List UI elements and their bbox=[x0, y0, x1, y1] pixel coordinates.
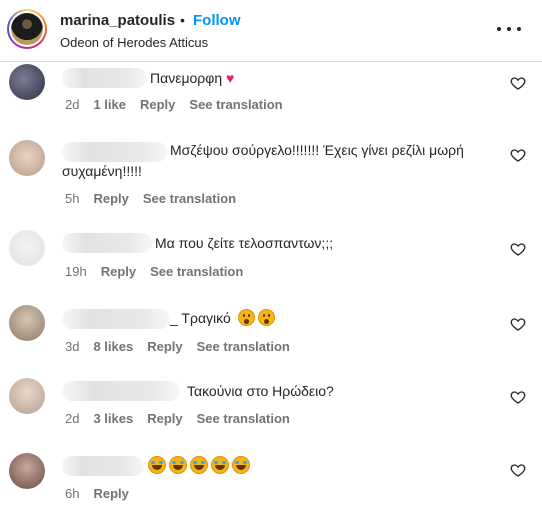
comment-meta: 3d 8 likes Reply See translation bbox=[65, 339, 290, 354]
comment-meta: 2d 1 like Reply See translation bbox=[65, 97, 283, 112]
comment-time: 3d bbox=[65, 339, 80, 354]
comment-text: _ Τραγικό bbox=[170, 308, 542, 329]
reply-button[interactable]: Reply bbox=[101, 264, 136, 279]
face-with-tears-of-joy-icon bbox=[148, 456, 166, 474]
commenter-name-redacted bbox=[62, 233, 152, 253]
username[interactable]: marina_patoulis bbox=[60, 12, 175, 29]
separator-dot: • bbox=[180, 12, 185, 28]
reply-button[interactable]: Reply bbox=[147, 339, 182, 354]
location-link[interactable]: Odeon of Herodes Atticus bbox=[60, 35, 208, 50]
reply-button[interactable]: Reply bbox=[140, 97, 175, 112]
like-heart-icon[interactable] bbox=[510, 75, 526, 91]
comment-time: 6h bbox=[65, 486, 80, 501]
astonished-face-icon bbox=[257, 309, 275, 326]
see-translation-button[interactable]: See translation bbox=[197, 411, 290, 426]
comment-text: Τακούνια στο Ηρώδειο? bbox=[187, 383, 334, 399]
see-translation-button[interactable]: See translation bbox=[150, 264, 243, 279]
comment-time: 5h bbox=[65, 191, 80, 206]
face-with-tears-of-joy-icon bbox=[169, 456, 187, 474]
comment-meta: 5h Reply See translation bbox=[65, 191, 236, 206]
commenter-avatar[interactable] bbox=[9, 230, 45, 266]
comment-time: 2d bbox=[65, 411, 80, 426]
like-count[interactable]: 8 likes bbox=[93, 339, 133, 354]
comment-text: Μσζέψου σούργελο!!!!!!! Έχεις γίνει ρεζί… bbox=[62, 142, 464, 179]
like-heart-icon[interactable] bbox=[510, 147, 526, 163]
comment-text: Μα που ζείτε τελοσπαντων;;; bbox=[155, 235, 334, 251]
profile-avatar[interactable] bbox=[7, 9, 47, 49]
more-options-icon[interactable] bbox=[497, 22, 521, 36]
comment-text: Πανεμορφη ♥ bbox=[150, 70, 235, 86]
commenter-avatar[interactable] bbox=[9, 453, 45, 489]
see-translation-button[interactable]: See translation bbox=[189, 97, 282, 112]
commenter-avatar[interactable] bbox=[9, 64, 45, 100]
reply-button[interactable]: Reply bbox=[147, 411, 182, 426]
comment-meta: 2d 3 likes Reply See translation bbox=[65, 411, 290, 426]
face-with-tears-of-joy-icon bbox=[190, 456, 208, 474]
comment-text bbox=[145, 456, 542, 477]
face-with-tears-of-joy-icon bbox=[211, 456, 229, 474]
commenter-avatar[interactable] bbox=[9, 305, 45, 341]
post-header: marina_patoulis • Follow Odeon of Herode… bbox=[0, 0, 542, 62]
see-translation-button[interactable]: See translation bbox=[143, 191, 236, 206]
face-with-tears-of-joy-icon bbox=[232, 456, 250, 474]
commenter-name-redacted bbox=[62, 456, 144, 476]
like-heart-icon[interactable] bbox=[510, 389, 526, 405]
astonished-face-icon bbox=[237, 309, 255, 326]
commenter-name-redacted bbox=[62, 68, 147, 88]
like-heart-icon[interactable] bbox=[510, 316, 526, 332]
follow-button[interactable]: Follow bbox=[193, 12, 241, 29]
comment-meta: 6h Reply bbox=[65, 486, 129, 501]
comment-time: 19h bbox=[65, 264, 87, 279]
commenter-avatar[interactable] bbox=[9, 378, 45, 414]
see-translation-button[interactable]: See translation bbox=[197, 339, 290, 354]
red-heart-icon: ♥ bbox=[226, 70, 235, 86]
comment-meta: 19h Reply See translation bbox=[65, 264, 243, 279]
commenter-name-redacted bbox=[62, 309, 170, 329]
like-heart-icon[interactable] bbox=[510, 462, 526, 478]
reply-button[interactable]: Reply bbox=[93, 486, 128, 501]
like-heart-icon[interactable] bbox=[510, 241, 526, 257]
commenter-avatar[interactable] bbox=[9, 140, 45, 176]
like-count[interactable]: 3 likes bbox=[93, 411, 133, 426]
comment-time: 2d bbox=[65, 97, 80, 112]
like-count[interactable]: 1 like bbox=[93, 97, 126, 112]
commenter-name-redacted bbox=[62, 381, 180, 401]
reply-button[interactable]: Reply bbox=[93, 191, 128, 206]
